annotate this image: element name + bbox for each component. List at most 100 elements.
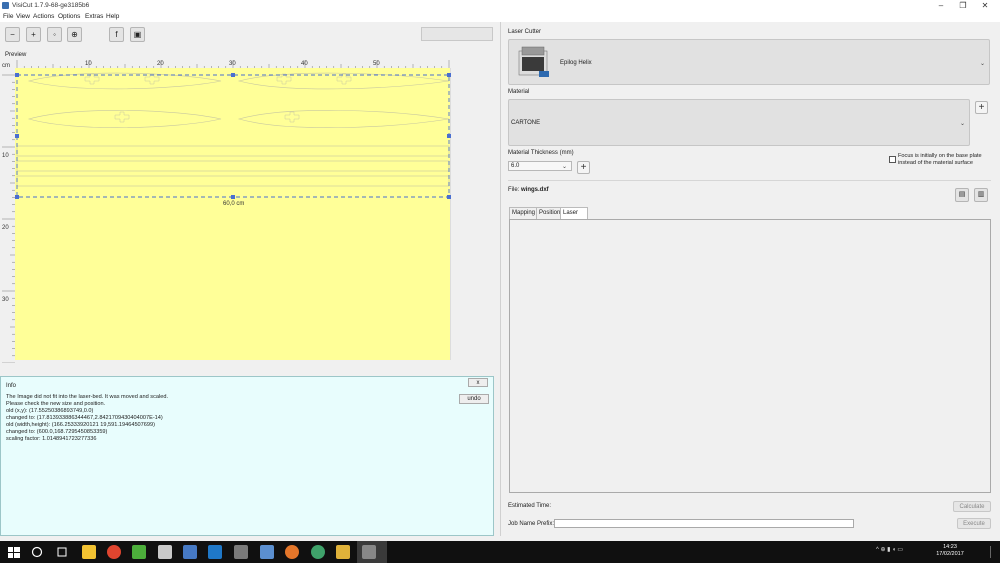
selection-box [16,74,450,198]
material-label: Material [508,89,530,95]
plus-icon: + [580,162,587,173]
x-tick-label: 40 [301,61,308,67]
close-button[interactable]: ✕ [974,0,996,11]
camera-button[interactable]: ▣ [130,27,145,42]
taskbar-app-z-icon[interactable] [208,545,222,559]
laser-cutter-select[interactable]: Epilog Helix ⌄ [508,39,990,85]
x-tick-label: 20 [157,61,164,67]
material-select[interactable]: CARTONE ⌄ [508,99,970,146]
file-info-button[interactable]: ▥ [974,188,988,202]
job-prefix-input[interactable] [554,519,854,528]
taskbar-app-globe-icon[interactable] [311,545,325,559]
system-tray[interactable]: ^ ⊕ ▮ ◖ ▭ [876,546,903,553]
progress-bar [421,27,493,41]
x-tick-label: 10 [85,61,92,67]
chevron-down-icon: ⌄ [979,61,985,67]
menu-extras[interactable]: Extras [85,13,103,20]
tab-laser-settings[interactable]: Laser Settings [560,207,588,227]
x-tick-label: 50 [373,61,380,67]
app-icon [2,2,9,9]
zoom-reset-button[interactable]: ◦ [47,27,62,42]
clock[interactable]: 14:23 17/02/2017 [928,544,972,558]
taskbar-visicut-icon[interactable] [362,545,376,559]
separator [508,180,991,181]
selection-width-label: 60,0 cm [223,201,244,207]
info-line: changed to: (17.813933886344467,2.842170… [6,415,163,421]
estimated-time-label: Estimated Time: [508,503,552,509]
taskbar-calculator-icon[interactable] [234,545,248,559]
clock-date: 17/02/2017 [936,551,964,557]
wing-shape [237,72,450,90]
focus-label-line: instead of the material surface [898,160,973,166]
facebook-button[interactable]: f [109,27,124,42]
zoom-in-icon: + [31,30,36,39]
restore-button[interactable]: ❐ [952,0,974,11]
zoom-in-button[interactable]: + [26,27,41,42]
menu-actions[interactable]: Actions [33,13,54,20]
design-preview[interactable]: 60,0 cm [15,68,451,360]
chevron-down-icon: ⌄ [959,121,965,127]
camera-icon: ▣ [133,30,142,39]
menu-options[interactable]: Options [58,13,80,20]
preview-area[interactable]: 10 20 30 40 50 cm 10 20 30 60,0 cm [0,58,460,363]
thickness-select[interactable]: 6.0 ⌄ [508,161,572,171]
split-divider[interactable] [500,22,501,536]
execute-button[interactable]: Execute [957,518,991,529]
y-tick-label: 30 [2,297,9,303]
taskbar-chrome-icon[interactable] [107,545,121,559]
file-label: File: [508,187,520,193]
taskbar-search-icon[interactable] [30,545,44,559]
taskbar-firefox-icon[interactable] [285,545,299,559]
y-tick-label: 20 [2,225,9,231]
info-close-button[interactable]: x [468,378,488,387]
taskbar: ^ ⊕ ▮ ◖ ▭ 14:23 17/02/2017 [0,541,1000,563]
taskbar-app-doc-icon[interactable] [260,545,274,559]
x-tick-label: 30 [229,61,236,67]
tab-mapping[interactable]: Mapping [509,207,539,219]
y-tick-label: 10 [2,153,9,159]
selection-handles [15,73,451,199]
laser-settings-panel [509,219,991,493]
taskbar-app-gem-icon[interactable] [336,545,350,559]
info-line: scaling factor: 1.0148941723277336 [6,436,97,442]
open-file-button[interactable]: ▤ [955,188,969,202]
zoom-out-icon: − [10,30,15,39]
show-desktop-button[interactable] [990,546,996,558]
menu-help[interactable]: Help [106,13,119,20]
top-ruler: 10 20 30 40 50 [16,60,450,68]
taskbar-app-blue-icon[interactable] [183,545,197,559]
laser-cutter-label: Laser Cutter [508,29,542,35]
thickness-value: 6.0 [511,163,520,169]
undo-button[interactable]: undo [459,394,489,404]
laser-bed[interactable]: 60,0 cm [15,68,451,360]
zoom-fit-button[interactable]: ⊕ [67,27,82,42]
taskbar-explorer-icon[interactable] [82,545,96,559]
laser-cutter-icon [518,46,549,77]
info-line: Please check the new size and position. [6,401,106,407]
taskbar-app-green-icon[interactable] [132,545,146,559]
focus-checkbox[interactable] [889,156,896,163]
taskbar-start-icon[interactable] [7,545,21,559]
add-material-button[interactable]: + [975,101,988,114]
add-thickness-button[interactable]: + [577,161,590,174]
thickness-label: Material Thickness (mm) [508,150,574,156]
taskbar-task-view-icon[interactable] [55,545,69,559]
info-title: Info [6,383,17,389]
file-name: wings.dxf [521,187,549,193]
info-line: old (x,y): (17.55250386893749,0.0) [6,408,94,414]
zoom-out-button[interactable]: − [5,27,20,42]
chevron-down-icon: ⌄ [561,164,567,170]
plus-icon: + [978,102,985,113]
taskbar-app-feather-icon[interactable] [158,545,172,559]
job-prefix-label: Job Name Prefix: [508,521,555,527]
focus-label-line: Focus is initially on the base plate [898,153,982,159]
focus-label: Focus is initially on the base plate ins… [898,153,982,167]
zoom-fit-icon: ⊕ [71,30,78,39]
calculate-button[interactable]: Calculate [953,501,991,512]
minimize-button[interactable]: – [930,0,952,11]
info-panel: Info x undo The Image did not fit into t… [0,376,494,536]
menu-file[interactable]: File [3,13,13,20]
menu-view[interactable]: View [16,13,30,20]
material-value: CARTONE [511,120,541,126]
window-title: VisiCut 1.7.9-68-ge3185b6 [12,2,90,9]
